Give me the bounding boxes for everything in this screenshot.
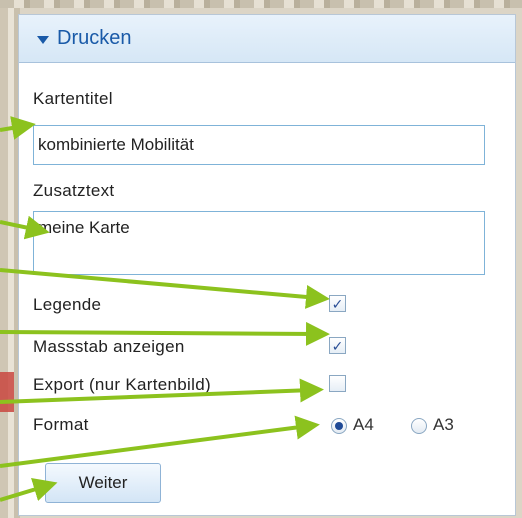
format-option-a4: A4 xyxy=(353,415,374,434)
legend-checkbox[interactable]: ✓ xyxy=(329,295,346,312)
map-title-input[interactable] xyxy=(33,125,485,165)
export-label: Export (nur Kartenbild) xyxy=(33,375,211,394)
map-feature xyxy=(0,372,14,412)
export-checkbox[interactable] xyxy=(329,375,346,392)
extra-text-input[interactable]: meine Karte xyxy=(33,211,485,275)
collapse-triangle-icon xyxy=(37,35,49,44)
extra-text-label: Zusatztext xyxy=(33,181,115,200)
continue-button[interactable]: Weiter xyxy=(45,463,161,503)
print-panel: Drucken Kartentitel Zusatztext meine Kar… xyxy=(18,14,516,516)
format-radio-a3[interactable] xyxy=(411,418,427,434)
radio-selected-dot xyxy=(335,422,343,430)
format-radio-a4[interactable] xyxy=(331,418,347,434)
format-option-a3: A3 xyxy=(433,415,454,434)
scale-label: Massstab anzeigen xyxy=(33,337,185,356)
panel-header[interactable]: Drucken xyxy=(19,15,515,63)
format-label: Format xyxy=(33,415,89,434)
scale-checkbox[interactable]: ✓ xyxy=(329,337,346,354)
map-title-label: Kartentitel xyxy=(33,89,113,108)
legend-label: Legende xyxy=(33,295,102,314)
panel-title: Drucken xyxy=(57,27,132,49)
